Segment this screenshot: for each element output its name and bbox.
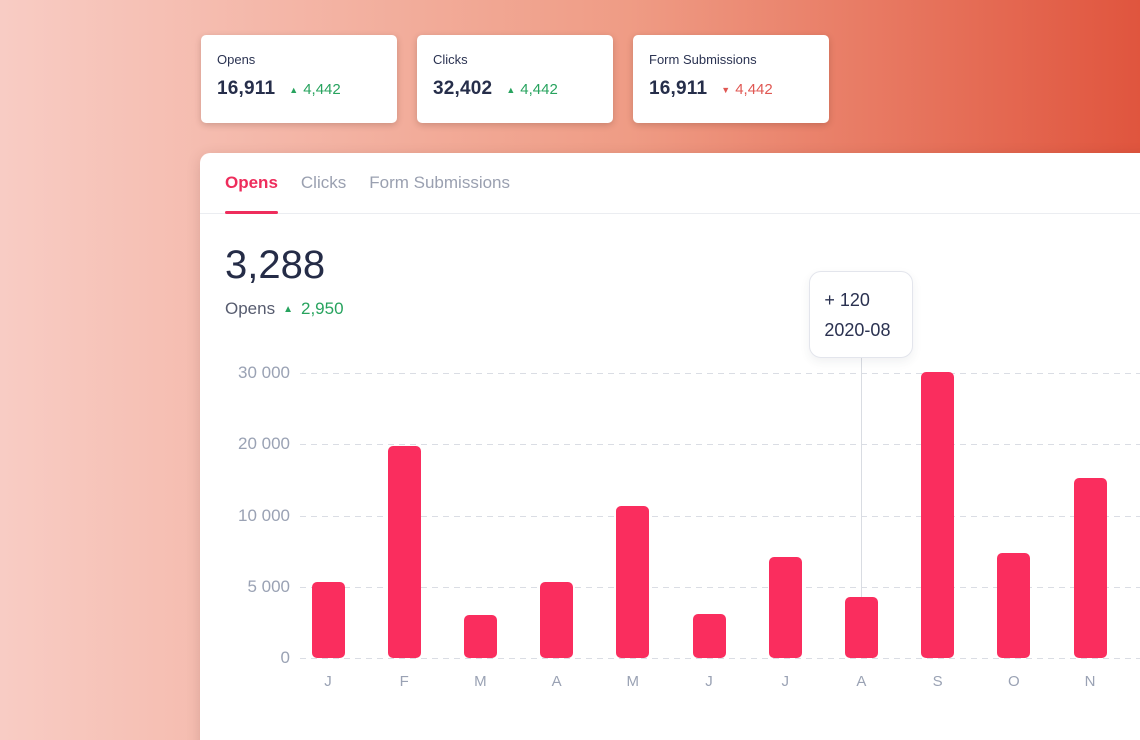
stat-card-value: 32,402: [433, 78, 492, 100]
stat-card-delta: ▲ 4,442: [506, 81, 557, 98]
x-axis-tick-label: O: [989, 673, 1039, 690]
stat-card-value: 16,911: [649, 78, 707, 100]
stat-card-label: Form Submissions: [649, 52, 813, 67]
analytics-panel: Opens Clicks Form Submissions 3,288 Open…: [200, 153, 1140, 740]
stat-card-label: Opens: [217, 52, 381, 67]
stat-card-delta: ▲ 4,442: [289, 81, 340, 98]
gridline: [300, 373, 1140, 374]
x-axis-tick-label: A: [836, 673, 886, 690]
bar-O-9[interactable]: [997, 553, 1030, 658]
stat-card-label: Clicks: [433, 52, 597, 67]
up-triangle-icon: ▲: [289, 85, 298, 95]
y-axis-tick-label: 20 000: [200, 434, 290, 454]
stat-card-form-submissions: Form Submissions 16,911 ▼ 4,442: [633, 35, 829, 123]
y-axis-tick-label: 5 000: [200, 577, 290, 597]
bar-M-2[interactable]: [464, 615, 497, 658]
bar-A-3[interactable]: [540, 582, 573, 658]
x-axis-tick-label: M: [455, 673, 505, 690]
x-axis-tick-label: N: [1065, 673, 1115, 690]
bar-F-1[interactable]: [388, 446, 421, 658]
tooltip-date: 2020-08: [824, 315, 912, 345]
bar-M-4[interactable]: [616, 506, 649, 658]
bar-J-6[interactable]: [769, 557, 802, 658]
stat-card-delta-value: 4,442: [735, 81, 773, 98]
stat-card-delta: ▼ 4,442: [721, 81, 772, 98]
gridline: [300, 516, 1140, 517]
x-axis-tick-label: S: [913, 673, 963, 690]
y-axis-tick-label: 10 000: [200, 506, 290, 526]
bar-N-10[interactable]: [1074, 478, 1107, 658]
dashboard-background: Opens 16,911 ▲ 4,442 Clicks 32,402 ▲ 4,4…: [0, 0, 1140, 740]
bar-J-5[interactable]: [693, 614, 726, 658]
y-axis-tick-label: 0: [200, 648, 290, 668]
bar-A-7[interactable]: [845, 597, 878, 658]
tooltip-pointer-line: [861, 357, 862, 597]
x-axis-tick-label: A: [532, 673, 582, 690]
gridline: [300, 444, 1140, 445]
stat-card-delta-value: 4,442: [520, 81, 558, 98]
stat-card-delta-value: 4,442: [303, 81, 341, 98]
x-axis-tick-label: J: [303, 673, 353, 690]
x-axis-tick-label: F: [379, 673, 429, 690]
down-triangle-icon: ▼: [721, 85, 730, 95]
y-axis-tick-label: 30 000: [200, 363, 290, 383]
x-axis-tick-label: J: [760, 673, 810, 690]
tooltip-delta: + 120: [824, 285, 912, 315]
bar-J-0[interactable]: [312, 582, 345, 658]
bar-chart: 0 5 000 10 000 20 000 30 000 J F M A M J J A S O N: [200, 153, 1140, 740]
x-axis-tick-label: J: [684, 673, 734, 690]
stat-card-value: 16,911: [217, 78, 275, 100]
gridline: [300, 658, 1140, 659]
bar-S-8[interactable]: [921, 372, 954, 658]
up-triangle-icon: ▲: [506, 85, 515, 95]
stat-card-clicks: Clicks 32,402 ▲ 4,442: [417, 35, 613, 123]
stat-card-opens: Opens 16,911 ▲ 4,442: [201, 35, 397, 123]
x-axis-tick-label: M: [608, 673, 658, 690]
chart-tooltip: + 120 2020-08: [809, 271, 913, 358]
